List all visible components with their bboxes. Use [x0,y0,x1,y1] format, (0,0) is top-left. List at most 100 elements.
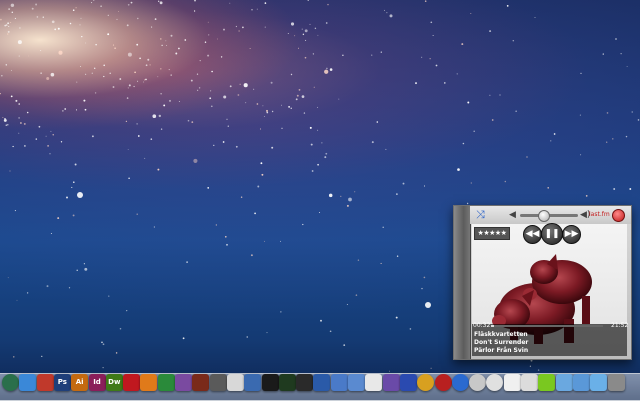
volume-slider-knob[interactable] [538,210,550,222]
plane-icon[interactable] [244,374,262,391]
star [187,119,190,122]
star [46,285,49,288]
star [127,148,129,150]
script-editor-icon[interactable] [36,374,54,391]
star [160,68,162,70]
star [18,132,20,134]
star [319,212,321,213]
time-machine-icon[interactable] [2,374,19,391]
star [243,83,248,88]
star [294,35,296,37]
star [35,138,38,140]
close-button[interactable] [612,209,625,222]
star [237,94,240,96]
star [302,33,305,36]
star [626,65,628,67]
star [346,204,349,207]
star [547,187,549,189]
star [10,69,13,71]
app-blue-icon[interactable] [313,374,331,391]
app-flag-icon[interactable] [399,374,417,391]
star [215,224,217,226]
dreamweaver-icon[interactable]: Dw [105,374,123,391]
preview-icon[interactable] [348,374,365,391]
star [193,158,198,163]
star [127,52,132,57]
applications-folder-icon[interactable] [572,374,590,391]
player-side-handle[interactable] [454,206,471,359]
star [68,287,71,289]
indesign-icon[interactable]: Id [88,374,106,391]
downloads-folder-icon[interactable] [590,374,608,391]
cd-icon[interactable] [469,374,487,391]
star [191,121,194,123]
acrobat-icon[interactable] [123,374,141,391]
document-icon[interactable] [226,374,244,391]
rating-stars[interactable]: ★★★★★ [474,227,510,240]
star [324,69,329,74]
activity-monitor-icon[interactable] [278,374,296,391]
photoshop-icon[interactable]: Ps [53,374,71,391]
console-icon[interactable] [296,374,314,391]
star [309,126,312,129]
app-purple-icon[interactable] [382,374,400,391]
star [435,64,438,67]
folder-icon[interactable] [555,374,573,391]
star [297,47,299,49]
finder-icon[interactable] [19,374,37,391]
star [193,10,196,12]
previous-track-button[interactable]: ◀◀ [523,225,542,244]
star [198,87,201,89]
pause-button[interactable]: ❚❚ [541,223,563,245]
star [45,135,47,137]
star [62,110,64,112]
star [103,75,105,78]
star [6,33,9,35]
star [290,22,295,26]
terminal-icon[interactable] [261,374,279,391]
globe-icon[interactable] [451,374,469,391]
star [499,94,501,96]
textedit-icon[interactable] [365,374,383,391]
star [324,156,327,159]
battery-icon[interactable] [538,374,556,391]
illustrator-icon[interactable]: Ai [71,374,89,391]
star [133,85,135,88]
star [94,92,97,94]
app-orange-icon[interactable] [140,374,158,391]
star [526,156,528,158]
ball-icon[interactable] [486,374,504,391]
target-icon[interactable] [434,374,452,391]
star [579,114,581,116]
star [457,168,460,171]
chart-icon[interactable] [157,374,175,391]
star [158,114,161,118]
star [47,145,49,147]
star [46,77,50,80]
progress-bar[interactable] [491,325,603,327]
star [580,154,582,156]
star [211,70,213,73]
star [329,68,333,71]
lastfm-label[interactable]: last.fm [589,210,610,220]
star [145,64,148,67]
chrome-icon[interactable] [417,374,435,391]
text-file-icon[interactable] [521,374,538,391]
star [266,332,268,334]
star [5,24,8,27]
star [281,127,283,129]
shuffle-icon[interactable]: ⤨ [476,208,485,222]
star [157,168,160,171]
file-icon[interactable] [503,374,521,391]
pig-icon[interactable] [192,374,210,391]
pencil-icon[interactable] [175,374,192,391]
star [159,1,163,5]
star [338,98,340,100]
next-track-button[interactable]: ▶▶ [562,225,581,244]
star [257,185,260,188]
star [12,145,14,148]
tools-icon[interactable] [209,374,227,391]
trash-icon[interactable] [607,374,625,391]
network-icon[interactable] [330,374,348,391]
star [57,27,60,30]
